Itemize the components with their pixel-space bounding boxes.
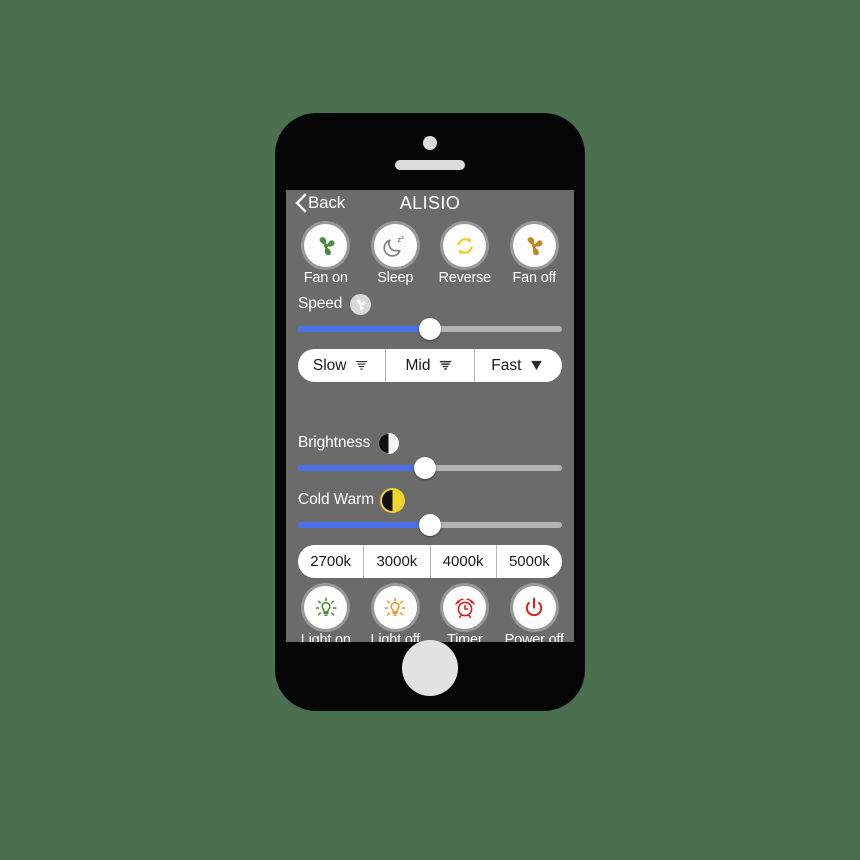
temperature-preset-group: 2700k 3000k 4000k 5000k (298, 545, 562, 578)
fan-on-label: Fan on (303, 270, 348, 286)
sleep-label: Sleep (377, 270, 414, 286)
timer-icon-circle (443, 586, 487, 629)
brightness-slider-fill (298, 465, 425, 471)
speed-label: Speed (298, 295, 343, 312)
fan-control-row: Fan on z z Sleep Reverse Fan off (286, 224, 574, 286)
light-off-button[interactable]: Light off (362, 586, 428, 642)
coldwarm-slider-fill (298, 522, 430, 528)
light-on-label: Light on (300, 632, 351, 642)
light-control-row: Light on Light off Timer Power off (286, 586, 574, 642)
temperature-preset-4000k[interactable]: 4000k (431, 545, 497, 578)
wind-strong-icon (531, 360, 543, 371)
sleep-icon-circle: z z (373, 224, 417, 267)
timer-button[interactable]: Timer (432, 586, 498, 642)
sleep-button[interactable]: z z Sleep (362, 224, 428, 286)
temperature-preset-3000k-label: 3000k (376, 553, 418, 570)
fan-badge-icon (350, 293, 372, 315)
reverse-arrows-icon (457, 237, 473, 254)
speed-preset-group: Slow Mid Fast (298, 349, 562, 382)
brightness-slider-block: Brightness (286, 430, 574, 479)
fan-off-icon-circle (512, 224, 556, 267)
light-on-button[interactable]: Light on (293, 586, 359, 642)
moon-zzz-icon: z z (383, 235, 405, 257)
brightness-slider-thumb[interactable] (413, 457, 436, 479)
fan-icon (528, 236, 543, 255)
speed-preset-slow[interactable]: Slow (298, 349, 387, 382)
timer-label: Timer (446, 632, 483, 642)
home-button[interactable] (402, 640, 458, 696)
power-off-icon-circle (512, 586, 556, 629)
speed-slider-thumb[interactable] (419, 318, 441, 340)
spacer-area (286, 382, 574, 430)
reverse-label: Reverse (438, 270, 492, 286)
speed-slider-block: Speed (286, 291, 574, 340)
coldwarm-slider-thumb[interactable] (419, 514, 441, 536)
speaker-grill-icon (395, 160, 465, 170)
fan-icon (357, 298, 366, 310)
speed-preset-mid[interactable]: Mid (386, 349, 475, 382)
temperature-preset-4000k-label: 4000k (442, 553, 484, 570)
phone-frame: Back ALISIO Fan on z z Sleep Reverse Fan… (276, 114, 584, 710)
speed-preset-mid-label: Mid (405, 356, 431, 374)
temperature-preset-5000k-label: 5000k (508, 553, 550, 570)
fan-off-button[interactable]: Fan off (501, 224, 567, 286)
fan-on-button[interactable]: Fan on (293, 224, 359, 286)
coldwarm-slider[interactable] (298, 514, 562, 536)
svg-text:z: z (402, 235, 405, 241)
coldwarm-slider-block: Cold Warm (286, 487, 574, 536)
reverse-icon-circle (443, 224, 487, 267)
camera-dot-icon (423, 136, 437, 150)
half-circle-white-icon (378, 432, 400, 454)
bulb-icon (315, 596, 337, 616)
speed-slider-fill (298, 326, 430, 332)
half-circle-yellow-icon (382, 489, 404, 511)
page-title: ALISIO (399, 193, 461, 213)
temperature-preset-2700k-label: 2700k (310, 553, 352, 570)
speed-slider-header: Speed (298, 291, 562, 317)
temperature-preset-5000k[interactable]: 5000k (497, 545, 562, 578)
navigation-bar: Back ALISIO (286, 190, 574, 222)
light-off-icon-circle (373, 586, 417, 629)
phone-screen: Back ALISIO Fan on z z Sleep Reverse Fan… (286, 190, 574, 642)
fan-icon (319, 236, 335, 255)
alarm-clock-icon (454, 598, 475, 618)
light-off-label: Light off (370, 632, 421, 642)
reverse-button[interactable]: Reverse (432, 224, 498, 286)
brightness-label: Brightness (298, 434, 371, 451)
bulb-icon (384, 596, 406, 616)
speed-preset-fast[interactable]: Fast (475, 349, 562, 382)
speed-preset-slow-label: Slow (312, 356, 347, 374)
power-icon (526, 597, 543, 616)
coldwarm-slider-header: Cold Warm (298, 487, 562, 513)
speed-preset-fast-label: Fast (491, 356, 522, 374)
coldwarm-label: Cold Warm (298, 491, 375, 508)
power-off-button[interactable]: Power off (501, 586, 567, 642)
speed-slider[interactable] (298, 318, 562, 340)
power-off-label: Power off (504, 632, 564, 642)
wind-medium-icon (440, 360, 452, 370)
light-on-icon-circle (304, 586, 348, 629)
brightness-slider-header: Brightness (298, 430, 562, 456)
wind-light-icon (356, 361, 368, 370)
brightness-slider[interactable] (298, 457, 562, 479)
page-root: Back ALISIO Fan on z z Sleep Reverse Fan… (0, 0, 860, 860)
fan-off-label: Fan off (512, 270, 557, 286)
fan-on-icon-circle (304, 224, 348, 267)
temperature-preset-3000k[interactable]: 3000k (364, 545, 431, 578)
temperature-preset-2700k[interactable]: 2700k (298, 545, 365, 578)
